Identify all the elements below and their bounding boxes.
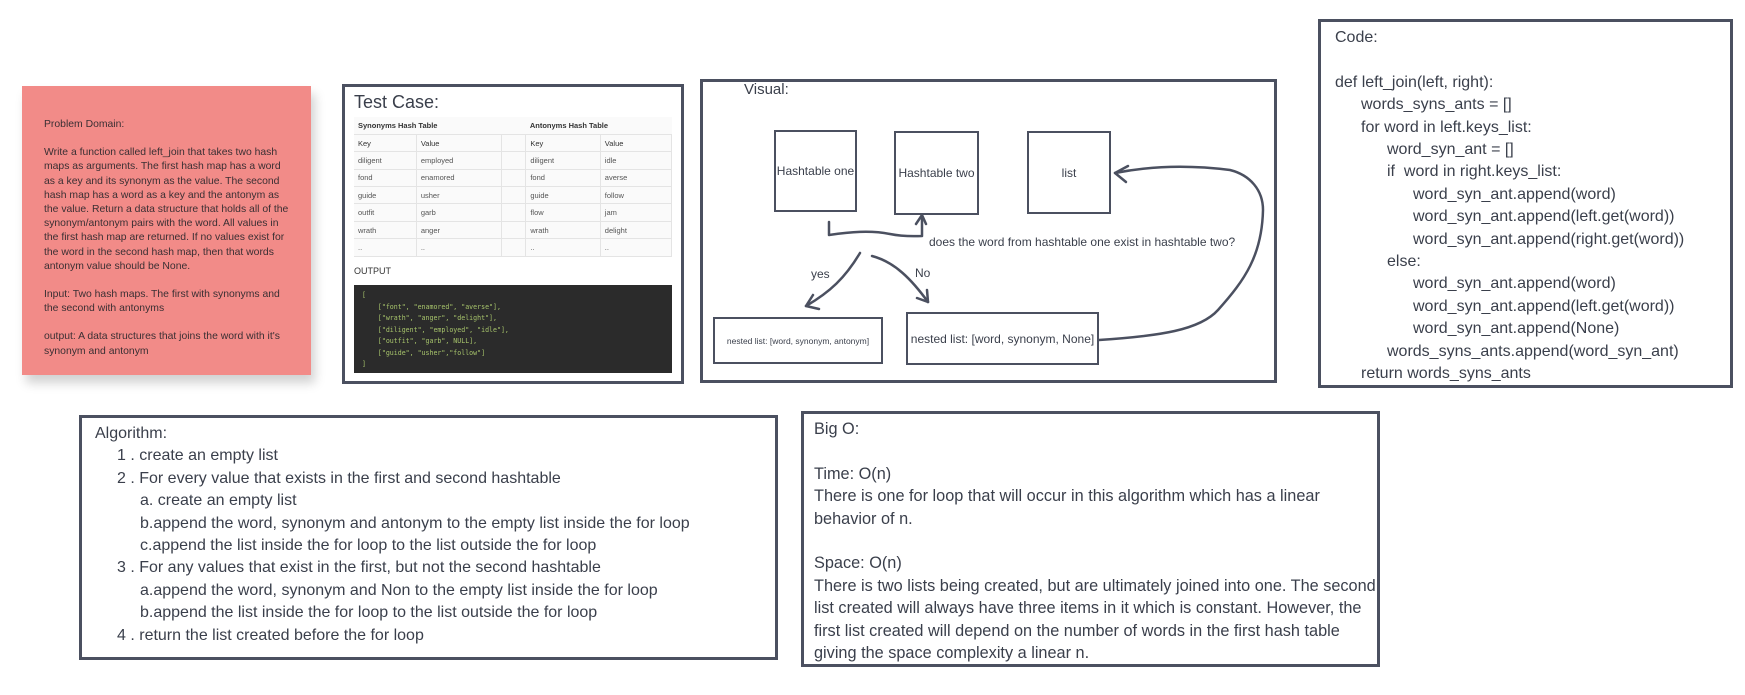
big-o-title: Big O: [814,420,860,438]
algorithm-steps: 1 . create an empty list 2 . For every va… [95,445,775,647]
code-line: word_syn_ant = [] [1387,141,1514,159]
code-line: return words_syns_ants [1361,365,1531,383]
problem-domain-note: Problem Domain: Write a function called … [22,86,311,375]
spacer-cell [501,169,527,188]
algorithm-step: 2 . For every value that exists in the f… [117,469,561,487]
algorithm-step: 1 . create an empty list [117,447,278,465]
table-row: fond enamored fond averse [354,169,673,188]
test-case-frame: Test Case: Synonyms Hash Table Antonyms … [342,84,684,384]
table-cell: .. [525,238,601,257]
table-row: ........ [354,238,673,257]
table-cell: follow [600,186,673,205]
space-heading: Space: O(n) [814,554,902,573]
code-line: word_syn_ant.append(left.get(word)) [1413,208,1675,226]
spacer-cell [501,186,527,205]
table-cell: usher [416,186,503,205]
visual-frame: Visual: Hashtable one Hashtable two list… [700,79,1277,383]
algorithm-frame: Algorithm: 1 . create an empty list 2 . F… [79,415,778,660]
table-cell: .. [416,238,503,257]
code-line: word_syn_ant.append(word) [1413,275,1616,293]
table-cell: idle [600,151,673,170]
table-cell: wrath [354,221,417,240]
table-cell: diligent [525,151,601,170]
code-line: word_syn_ant.append(word) [1413,185,1616,203]
algorithm-step: a.append the word, synonym and Non to th… [140,581,658,599]
code-lines: def left_join(left, right): words_syns_an… [1335,72,1730,386]
table-cell: outfit [354,203,417,222]
spacer-cell [501,238,527,257]
spacer-cell [501,203,527,222]
code-line: word_syn_ant.append(left.get(word)) [1413,297,1675,315]
code-line: def left_join(left, right): [1335,73,1494,91]
nested-list-no-box: nested list: [word, synonym, None] [906,312,1099,365]
code-line: word_syn_ant.append(None) [1413,320,1620,338]
code-line: for word in left.keys_list: [1361,118,1532,136]
space-text: There is two lists being created, but ar… [814,576,1376,663]
code-line: words_syns_ants = [] [1361,96,1512,114]
yes-label: yes [811,267,830,281]
table-cell: fond [354,169,417,188]
big-o-frame: Big O: Time: O(n) There is one for loop … [801,411,1380,667]
table-cell: enamored [416,169,503,188]
code-line: words_syns_ants.append(word_syn_ant) [1387,342,1679,360]
algorithm-step: 3 . For any values that exist in the fir… [117,559,601,577]
code-line: else: [1387,253,1421,271]
table-row: diligent employed diligent idle [354,151,673,170]
hash-tables: Synonyms Hash Table Antonyms Hash Table … [354,117,673,257]
table-cell: averse [600,169,673,188]
problem-domain-output: output: A data structures that joins the… [44,331,280,357]
table-row: guide usher guide follow [354,186,673,205]
table-cell: Key [525,134,601,153]
table-row: outfit garb flow jam [354,203,673,222]
code-title: Code: [1335,29,1378,46]
nested-list-yes-box: nested list: [word, synonym, antonym] [713,317,883,364]
algorithm-step: a. create an empty list [140,492,297,510]
spacer-cell [501,221,527,240]
algorithm-title: Algorithm: [95,425,168,442]
time-text: There is one for loop that will occur in… [814,487,1320,528]
table-cell: diligent [354,151,417,170]
visual-title: Visual: [744,81,789,98]
hashtable-one-box: Hashtable one [774,130,857,212]
question-label: does the word from hashtable one exist i… [929,235,1236,249]
test-case-title: Test Case: [354,92,440,112]
table-cell: Key [354,134,417,153]
output-label: OUTPUT [354,266,391,276]
algorithm-step: c.append the list inside the for loop to… [140,537,597,555]
table-cell: fond [525,169,601,188]
algorithm-step: 4 . return the list created before the f… [117,626,424,644]
code-line: if word in right.keys_list: [1387,163,1562,181]
algorithm-step: b.append the list inside the for loop to… [140,604,598,622]
table-cell: flow [525,203,601,222]
problem-domain-heading: Problem Domain: [44,119,125,130]
no-label: No [915,266,931,280]
synonyms-table-title: Synonyms Hash Table [354,117,502,135]
code-line: word_syn_ant.append(right.get(word)) [1413,230,1685,248]
list-box: list [1027,131,1111,214]
problem-domain-input: Input: Two hash maps. The first with syn… [44,289,280,315]
table-cell: Value [600,134,673,153]
table-cell: anger [416,221,503,240]
algorithm-step: b.append the word, synonym and antonym t… [140,514,690,532]
antonyms-table-title: Antonyms Hash Table [525,117,672,135]
table-cell: delight [600,221,673,240]
table-cell: jam [600,203,673,222]
table-cell: .. [600,238,673,257]
output-code-block: [ ["font", "enamored", "averse"], ["wrat… [354,285,672,373]
table-cell: employed [416,151,503,170]
time-heading: Time: O(n) [814,464,892,483]
table-cell: guide [525,186,601,205]
table-cell: wrath [525,221,601,240]
table-cell: .. [354,238,417,257]
problem-domain-description: Write a function called left_join that t… [44,147,289,272]
spacer-cell [501,151,527,170]
table-row: wrath anger wrath delight [354,221,673,240]
code-frame: Code: def left_join(left, right): words_s… [1318,19,1733,388]
spacer-cell [501,134,527,153]
table-cell: garb [416,203,503,222]
table-row: Key Value Key Value [354,134,673,153]
table-cell: Value [416,134,503,153]
table-cell: guide [354,186,417,205]
hashtable-two-box: Hashtable two [894,131,979,215]
